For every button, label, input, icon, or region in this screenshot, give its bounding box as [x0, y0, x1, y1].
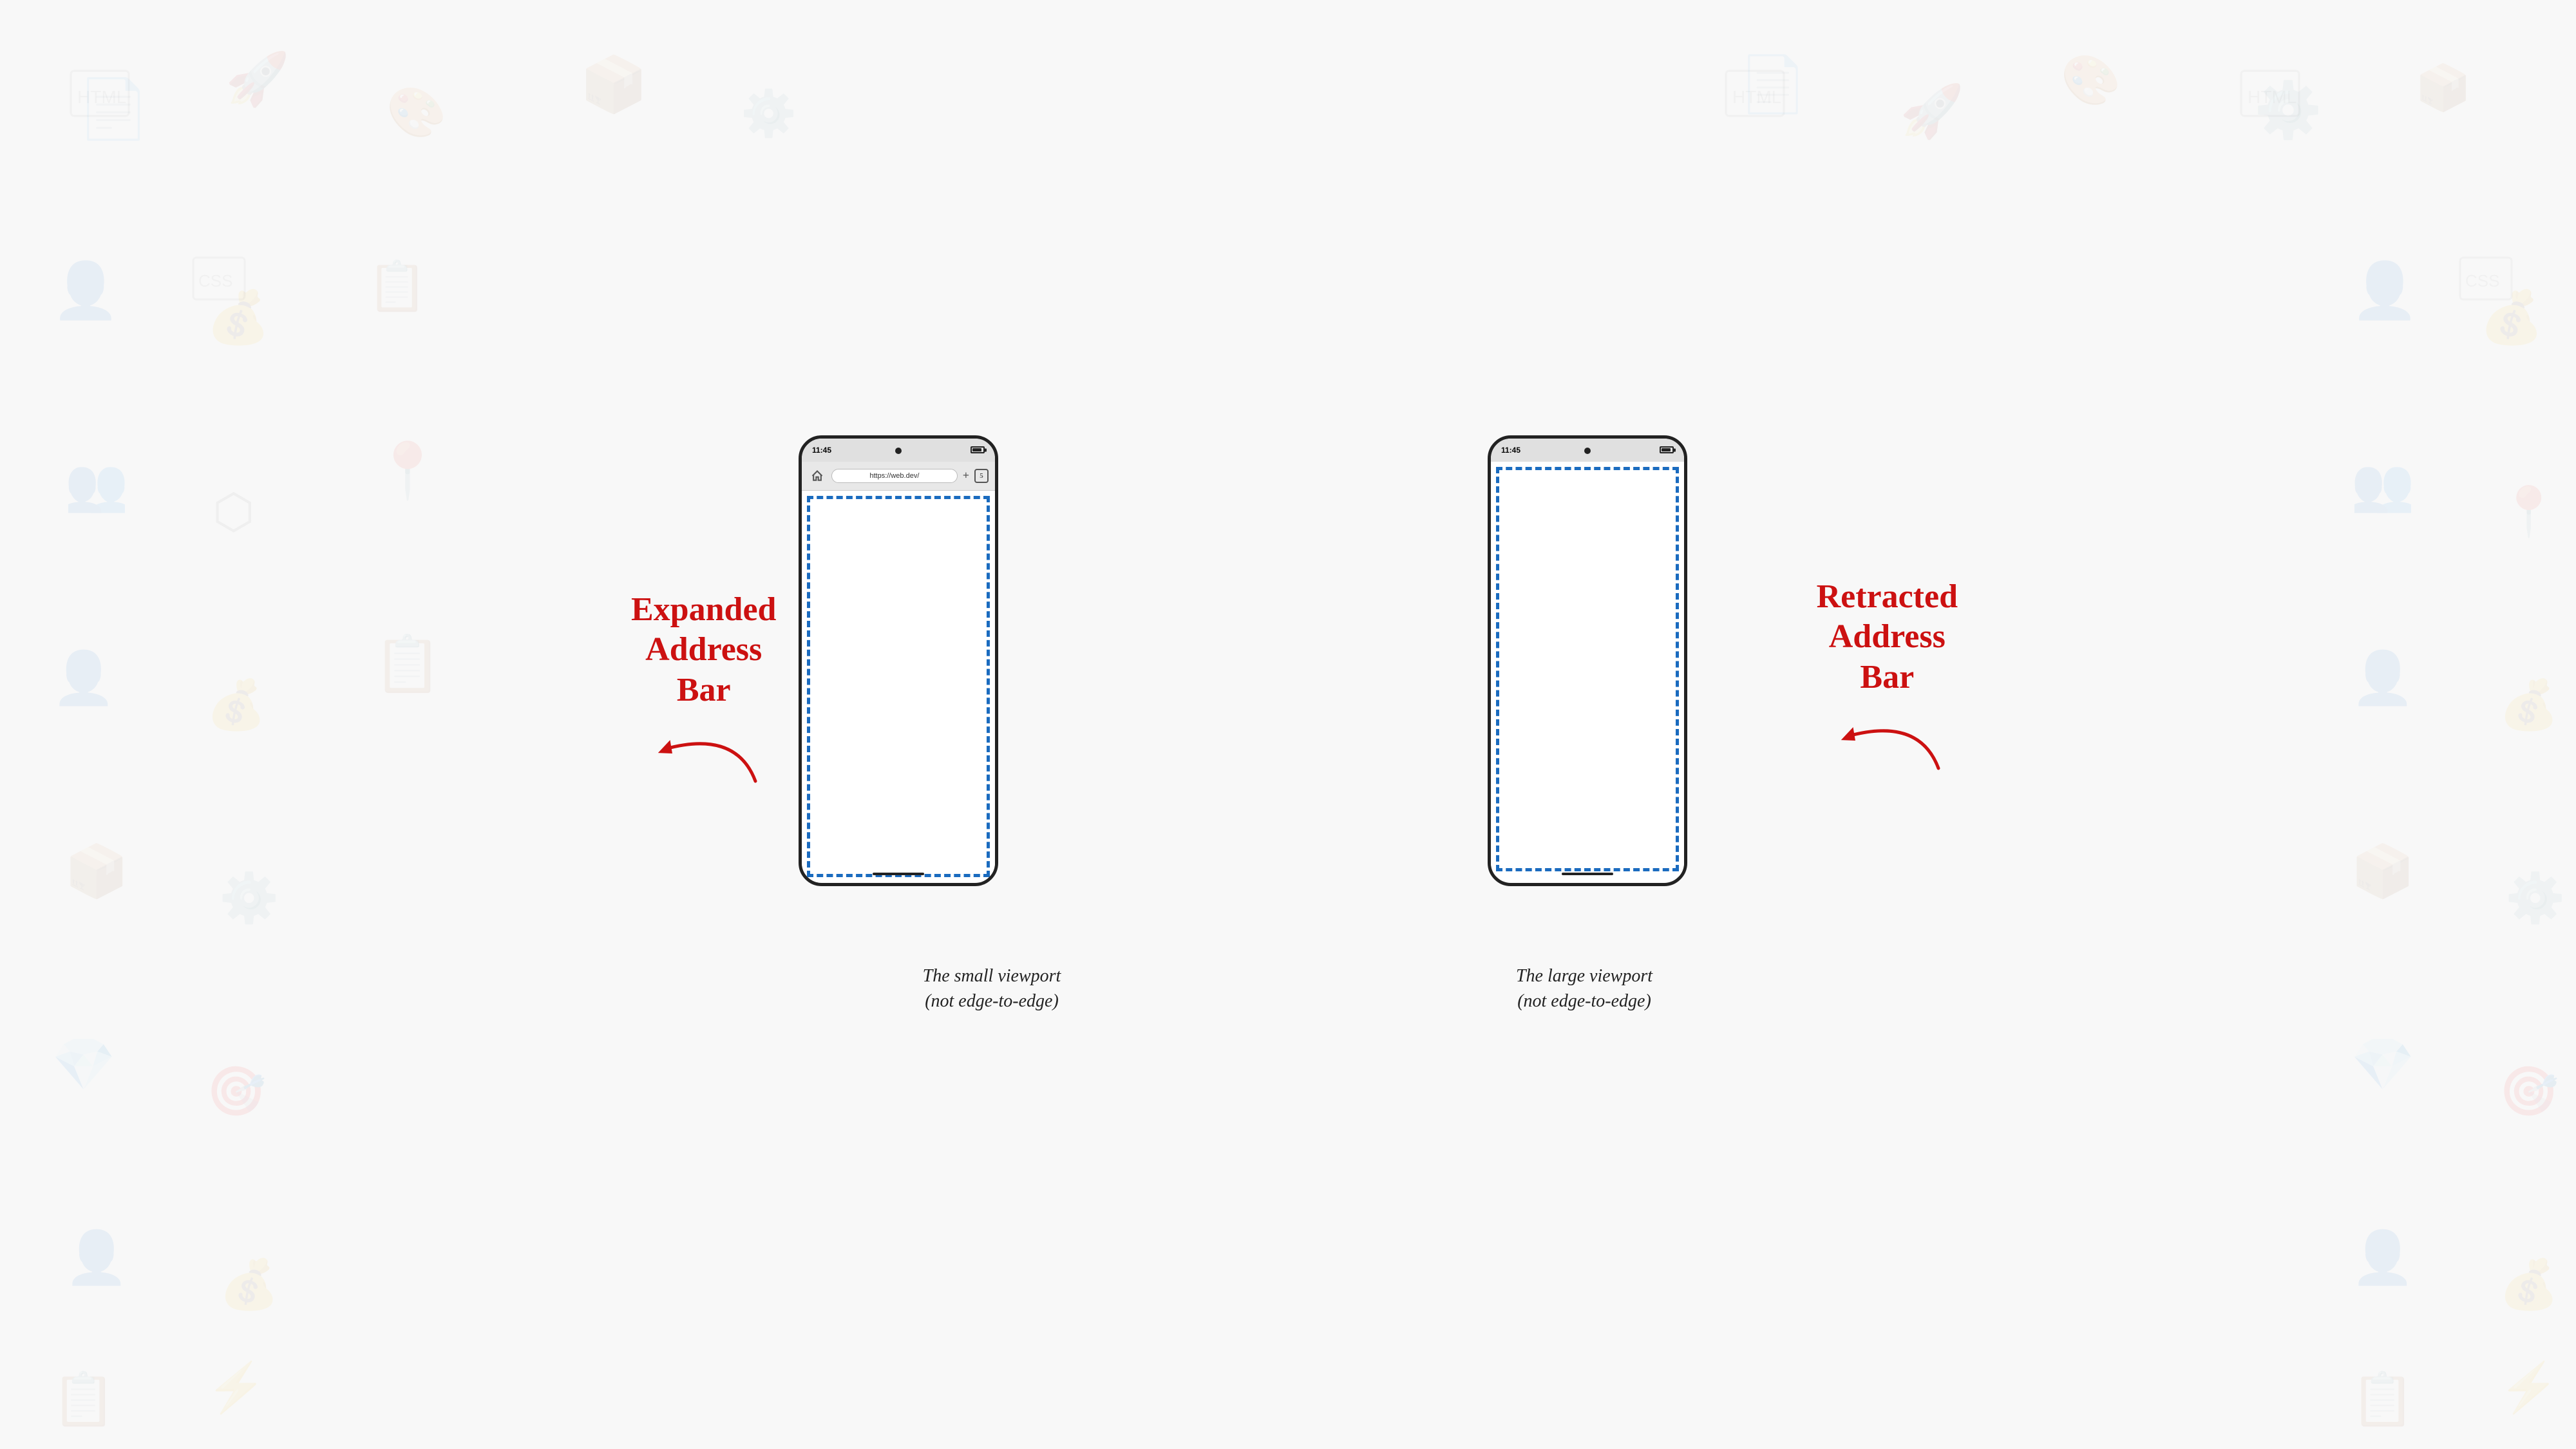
expanded-arrow	[639, 717, 768, 794]
status-bar-expanded: 11:45	[802, 439, 995, 462]
phone-expanded: 11:45 http	[799, 435, 998, 886]
battery-icon-expanded	[971, 446, 985, 453]
retracted-arrow	[1823, 704, 1951, 781]
status-right-retracted	[1660, 446, 1674, 453]
expanded-section: Expanded Address Bar 11:45	[799, 435, 1185, 1014]
status-right-expanded	[971, 446, 985, 453]
dashed-border-retracted	[1496, 467, 1679, 871]
dashed-border-expanded	[807, 496, 990, 877]
caption-expanded: The small viewport (not edge-to-edge)	[923, 963, 1061, 1014]
tabs-count-badge[interactable]: 5	[974, 469, 989, 483]
url-input[interactable]: https://web.dev/	[831, 469, 958, 483]
battery-icon-retracted	[1660, 446, 1674, 453]
camera-dot-expanded	[895, 448, 902, 454]
home-icon[interactable]	[808, 467, 826, 485]
phone-bottom-expanded	[873, 873, 924, 875]
retracted-label: Retracted Address Bar	[1817, 577, 1958, 784]
viewport-retracted	[1491, 462, 1684, 876]
retracted-section: Retracted Address Bar 11:45	[1391, 435, 1777, 1014]
phone-bottom-retracted	[1562, 873, 1613, 875]
expanded-label: Expanded Address Bar	[631, 590, 776, 797]
caption-retracted: The large viewport (not edge-to-edge)	[1516, 963, 1653, 1014]
status-bar-retracted: 11:45	[1491, 439, 1684, 462]
camera-dot-retracted	[1584, 448, 1591, 454]
viewport-expanded	[802, 491, 995, 882]
address-bar-expanded[interactable]: https://web.dev/ + 5	[802, 462, 995, 491]
main-content: Expanded Address Bar 11:45	[0, 0, 2576, 1449]
add-tab-icon[interactable]: +	[963, 469, 969, 482]
phone-retracted: 11:45	[1488, 435, 1687, 886]
